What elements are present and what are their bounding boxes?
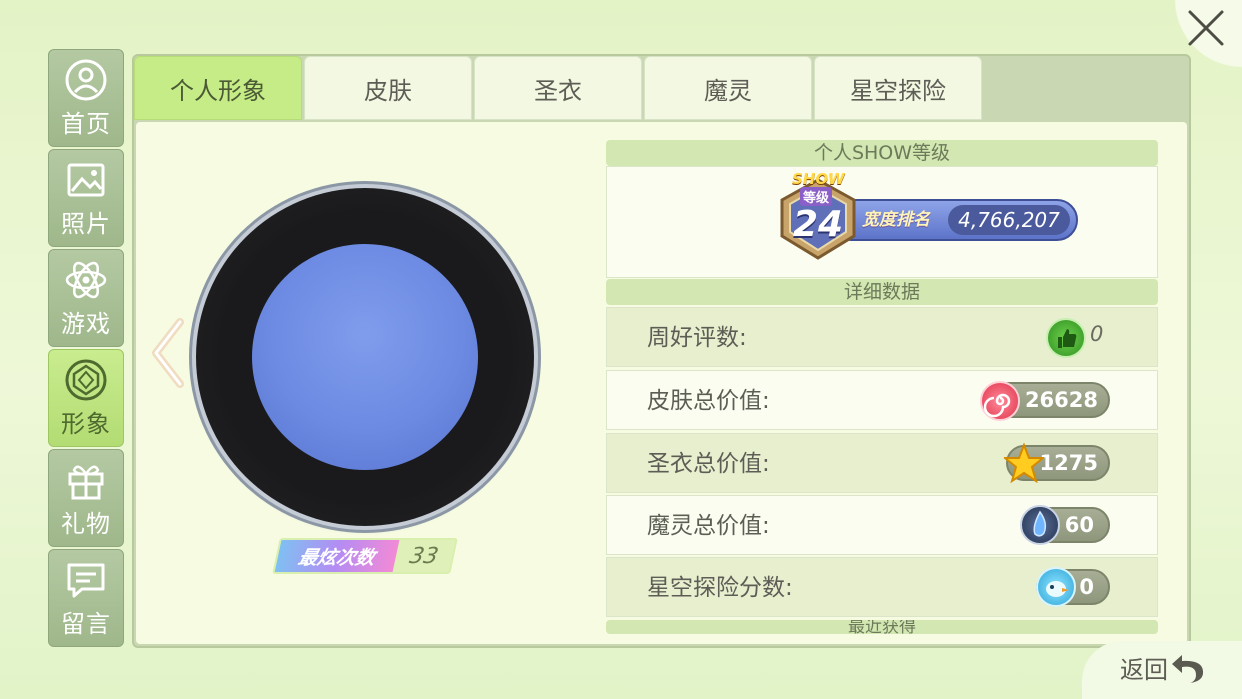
avatar [252,244,478,470]
tab-personal-image[interactable]: 个人形象 [134,56,302,120]
atom-icon [64,258,108,302]
photo-icon [64,158,108,202]
stat-label: 周好评数: [647,325,747,351]
return-button[interactable]: 返回 [1120,650,1208,685]
stat-value: 1275 [1039,451,1098,475]
sidebar-item-message[interactable]: 留言 [48,549,124,647]
gift-icon [64,458,108,502]
spirit-crystal-icon [1020,505,1060,545]
close-button[interactable] [1184,6,1228,50]
tab-spirit[interactable]: 魔灵 [644,56,812,120]
avatar-frame[interactable] [196,188,534,526]
tab-skin[interactable]: 皮肤 [304,56,472,120]
level-number: 24 [792,204,844,245]
details-header: 详细数据 [606,279,1158,305]
bird-icon [1036,567,1076,607]
swirl-candy-icon [980,381,1020,421]
gem-icon [64,358,108,402]
thumbs-up-icon [1046,318,1086,358]
sidebar-item-home[interactable]: 首页 [48,49,124,147]
tab-star-explore[interactable]: 星空探险 [814,56,982,120]
rank-value: 4,766,207 [948,205,1070,235]
dazzle-count-badge: 最炫次数 33 [272,538,458,574]
stat-label: 星空探险分数: [647,575,793,601]
tab-holy-cloth[interactable]: 圣衣 [474,56,642,120]
return-label: 返回 [1120,656,1168,684]
stat-value: 0 [1079,575,1094,599]
sidebar-item-photo[interactable]: 照片 [48,149,124,247]
star-icon [1002,442,1046,484]
sidebar-item-label: 留言 [61,609,111,638]
sidebar-item-label: 首页 [61,109,111,138]
sidebar-item-label: 照片 [61,209,111,238]
sidebar-item-gift[interactable]: 礼物 [48,449,124,547]
sidebar-item-game[interactable]: 游戏 [48,249,124,347]
show-level-header: 个人SHOW等级 [606,140,1158,166]
tab-bar: 个人形象 皮肤 圣衣 魔灵 星空探险 [134,56,984,122]
message-icon [64,558,108,602]
recent-acquired-header: 最近获得 [606,620,1158,634]
close-icon [1188,10,1224,46]
sidebar-item-avatar[interactable]: 形象 [48,349,124,447]
stat-label: 皮肤总价值: [647,388,770,414]
rank-label: 宽度排名 [862,210,930,230]
level-badge-show-text: SHOW [792,170,845,188]
stat-label: 魔灵总价值: [647,513,770,539]
level-badge: SHOW 等级 24 [770,170,866,266]
stat-value: 60 [1064,513,1094,537]
dazzle-count-label: 最炫次数 [274,540,400,572]
dazzle-count-value: 33 [407,543,441,569]
chevron-left-icon [152,318,184,388]
sidebar-item-label: 形象 [61,409,111,438]
prev-arrow-button[interactable] [150,318,186,388]
home-icon [64,58,108,102]
stat-label: 圣衣总价值: [647,451,770,477]
stat-value: 26628 [1024,388,1098,412]
sidebar-item-label: 礼物 [61,509,111,538]
sidebar-nav: 首页 照片 游戏 形象 礼物 留言 [48,49,124,649]
return-arrow-icon [1172,654,1204,683]
sidebar-item-label: 游戏 [61,309,111,338]
stat-value: 0 [1090,322,1104,346]
